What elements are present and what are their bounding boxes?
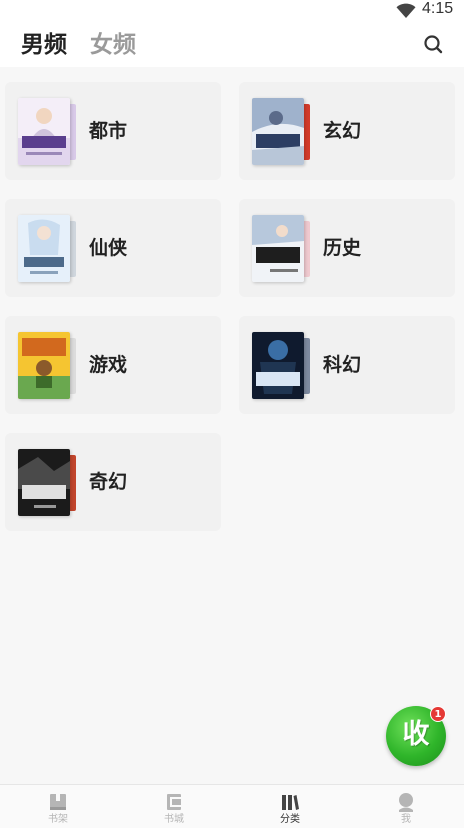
category-label: 都市 xyxy=(89,120,128,142)
category-label: 科幻 xyxy=(323,354,362,376)
nav-item-profile[interactable]: 我 xyxy=(348,785,464,828)
book-cover-stack xyxy=(18,215,78,283)
bookstore-icon xyxy=(167,794,181,810)
nav-label: 书架 xyxy=(48,814,68,825)
book-cover xyxy=(252,98,304,165)
category-card-xianxia[interactable]: 仙侠 xyxy=(5,199,221,297)
book-cover-stack xyxy=(252,332,312,400)
book-cover-stack xyxy=(18,332,78,400)
nav-label: 我 xyxy=(401,814,411,825)
tab-female[interactable]: 女频 xyxy=(90,30,136,60)
category-card-xuanhuan[interactable]: 玄幻 xyxy=(239,82,455,180)
book-cover xyxy=(18,449,70,516)
nav-label: 分类 xyxy=(280,814,300,825)
category-card-game[interactable]: 游戏 xyxy=(5,316,221,414)
category-label: 奇幻 xyxy=(89,471,128,493)
top-header: 男频 女频 xyxy=(0,22,464,67)
notification-badge: 1 xyxy=(430,706,446,722)
category-card-fantasy[interactable]: 奇幻 xyxy=(5,433,221,531)
category-card-scifi[interactable]: 科幻 xyxy=(239,316,455,414)
category-label: 玄幻 xyxy=(323,120,362,142)
book-cover-stack xyxy=(18,449,78,517)
category-icon xyxy=(282,795,299,810)
profile-icon xyxy=(399,793,413,812)
book-cover xyxy=(18,332,70,399)
book-cover xyxy=(18,215,70,282)
book-cover xyxy=(18,98,70,165)
tab-male[interactable]: 男频 xyxy=(21,30,67,60)
book-cover-stack xyxy=(252,98,312,166)
nav-item-category[interactable]: 分类 xyxy=(232,785,348,828)
search-icon[interactable] xyxy=(422,33,444,55)
bottom-nav: 书架 书城 分类 我 xyxy=(0,784,464,828)
category-card-urban[interactable]: 都市 xyxy=(5,82,221,180)
wifi-icon xyxy=(396,3,416,18)
nav-label: 书城 xyxy=(164,814,184,825)
fab-label: 收 xyxy=(402,719,430,750)
category-label: 仙侠 xyxy=(89,237,128,259)
nav-item-bookshelf[interactable]: 书架 xyxy=(0,785,116,828)
status-time: 4:15 xyxy=(422,0,454,17)
category-card-history[interactable]: 历史 xyxy=(239,199,455,297)
book-cover xyxy=(252,215,304,282)
category-label: 历史 xyxy=(323,237,362,259)
bookshelf-icon xyxy=(50,794,66,810)
nav-item-bookstore[interactable]: 书城 xyxy=(116,785,232,828)
book-cover xyxy=(252,332,304,399)
book-cover-stack xyxy=(252,215,312,283)
status-bar: 4:15 xyxy=(0,0,464,22)
category-label: 游戏 xyxy=(89,354,128,376)
book-cover-stack xyxy=(18,98,78,166)
